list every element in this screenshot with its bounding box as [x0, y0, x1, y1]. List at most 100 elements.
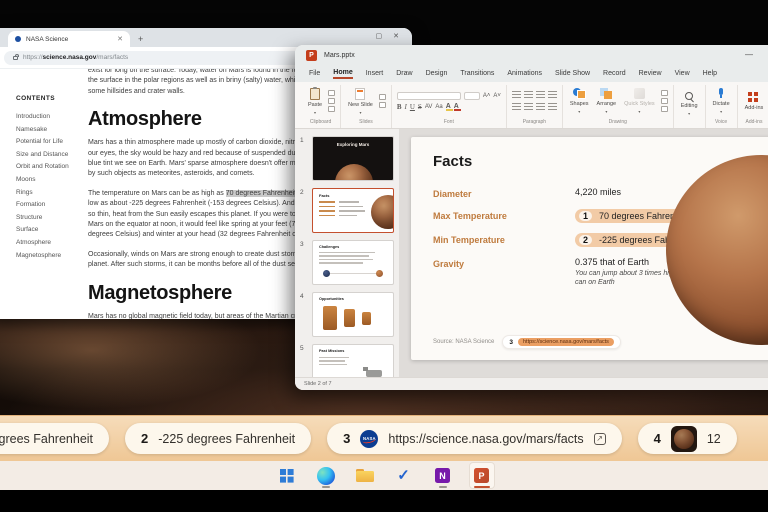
contents-link[interactable]: Atmosphere: [16, 237, 80, 250]
paste-icon: [310, 88, 320, 100]
tab-favicon: [15, 36, 21, 42]
taskbar-edge[interactable]: [313, 462, 339, 489]
contents-link[interactable]: Magnetosphere: [16, 250, 80, 263]
browser-tab[interactable]: NASA Science ✕: [8, 31, 130, 47]
contents-link[interactable]: Structure: [16, 212, 80, 225]
suggestion-pill-1[interactable]: 170 degrees Fahrenheit: [0, 423, 109, 454]
bold-button: B: [397, 103, 402, 111]
suggestion-pill-2[interactable]: 2-225 degrees Fahrenheit: [125, 423, 311, 454]
ribbon-group-font: A˄ A˅ B I U S AV Aa A A Font: [392, 85, 507, 128]
suggestion-bar: 170 degrees Fahrenheit 2-225 degrees Fahr…: [0, 415, 768, 461]
contents-link[interactable]: Introduction: [16, 111, 80, 124]
quick-styles-icon: [634, 88, 645, 99]
list-buttons[interactable]: [512, 91, 557, 99]
taskbar-todo[interactable]: ✓: [391, 462, 417, 489]
pill-badge: 2: [141, 431, 148, 446]
highlighted-text: 70 degrees Fahrenheit: [226, 190, 296, 197]
ppt-menu-review[interactable]: Review: [639, 70, 662, 77]
address-bar[interactable]: https://science.nasa.gov/mars/facts: [4, 51, 340, 65]
quick-styles-button[interactable]: Quick Styles▾: [622, 87, 657, 115]
browser-maximize-button[interactable]: ▢: [376, 32, 383, 40]
ppt-menu-transitions[interactable]: Transitions: [460, 70, 494, 77]
mars-planet-image: [666, 155, 768, 345]
ppt-menu-home[interactable]: Home: [333, 69, 352, 79]
citation-badge: 1: [579, 211, 592, 221]
paste-button[interactable]: Paste▾: [306, 87, 324, 116]
ppt-menu-draw[interactable]: Draw: [396, 70, 412, 77]
folder-icon: [356, 469, 374, 482]
contents-link[interactable]: Namesake: [16, 124, 80, 137]
ppt-menu-view[interactable]: View: [675, 70, 690, 77]
shrink-font-button[interactable]: A˅: [493, 93, 501, 99]
browser-close-button[interactable]: ✕: [393, 32, 399, 40]
grow-font-button[interactable]: A˄: [483, 93, 491, 99]
ppt-menu-record[interactable]: Record: [603, 70, 626, 77]
ribbon-group-voice: Dictate▾ Voice: [706, 85, 738, 128]
contents-link[interactable]: Potential for Life: [16, 136, 80, 149]
microphone-icon: [718, 88, 724, 99]
suggestion-pill-3[interactable]: 3NASAhttps://science.nasa.gov/mars/facts…: [327, 423, 621, 454]
pill-badge: 4: [654, 431, 661, 446]
ppt-menu-animations[interactable]: Animations: [507, 70, 542, 77]
tab-close-icon[interactable]: ✕: [117, 35, 123, 43]
drawing-small-buttons[interactable]: [661, 90, 668, 112]
ppt-menu-file[interactable]: File: [309, 70, 320, 77]
powerpoint-window: P Mars.pptx — FileHomeInsertDrawDesignTr…: [295, 45, 768, 390]
thumbnail-number: 4: [300, 292, 309, 337]
slide-facts[interactable]: Facts Diameter4,220 milesMax Temperature…: [411, 137, 768, 360]
powerpoint-icon: P: [474, 468, 489, 483]
mars-image: [335, 164, 373, 181]
contents-link[interactable]: Rings: [16, 187, 80, 200]
arrange-button[interactable]: Arrange▾: [595, 87, 619, 115]
italic-button: I: [405, 103, 407, 111]
slide-thumbnail-5[interactable]: Past Missions: [312, 344, 394, 377]
ppt-menu-help[interactable]: Help: [703, 70, 717, 77]
slide-thumbnail-2-selected[interactable]: Facts: [312, 188, 394, 233]
source-row: Source: NASA Science 3 https://science.n…: [433, 335, 621, 349]
slide-thumbnail-panel: 1 Exploring Mars 2 Facts: [295, 129, 399, 377]
ribbon-group-editing: Editing▾: [674, 85, 706, 128]
strikethrough-button: S: [418, 103, 422, 111]
ppt-menu-insert[interactable]: Insert: [366, 70, 384, 77]
contents-link[interactable]: Surface: [16, 224, 80, 237]
source-citation-pill[interactable]: 3 https://science.nasa.gov/mars/facts: [502, 335, 621, 349]
ribbon-group-slides: New Slide▾ Slides: [341, 85, 392, 128]
taskbar-onenote[interactable]: N: [430, 462, 456, 489]
new-tab-button[interactable]: +: [138, 34, 143, 44]
contents-link[interactable]: Moons: [16, 174, 80, 187]
contents-link[interactable]: Formation: [16, 199, 80, 212]
checkmark-icon: ✓: [397, 468, 410, 483]
tab-title: NASA Science: [26, 36, 112, 43]
suggestion-pill-4[interactable]: 412: [638, 423, 737, 454]
shapes-icon: [573, 88, 586, 99]
ppt-menu-design[interactable]: Design: [426, 70, 448, 77]
editing-button[interactable]: Editing▾: [679, 91, 700, 117]
ppt-menu-slide-show[interactable]: Slide Show: [555, 70, 590, 77]
taskbar-powerpoint[interactable]: P: [469, 462, 495, 489]
font-format-buttons[interactable]: B I U S AV Aa A A: [397, 103, 459, 111]
dictate-button[interactable]: Dictate▾: [711, 87, 732, 115]
change-case-button: Aa: [435, 104, 442, 110]
add-ins-button[interactable]: Add-ins: [743, 91, 766, 112]
external-link-icon: ↗: [594, 433, 606, 445]
mars-thumbnail-image: [671, 426, 697, 452]
slide-thumbnail-1[interactable]: Exploring Mars: [312, 136, 394, 181]
slide-thumbnail-3[interactable]: Challenges: [312, 240, 394, 285]
taskbar-file-explorer[interactable]: [352, 462, 378, 489]
new-slide-icon: [355, 88, 365, 100]
align-buttons[interactable]: [512, 103, 557, 111]
mars-image: [371, 195, 394, 229]
slide-thumbnail-4[interactable]: Opportunities: [312, 292, 394, 337]
ppt-minimize-button[interactable]: —: [745, 50, 753, 59]
font-name-box[interactable]: [397, 92, 461, 100]
font-size-box[interactable]: [464, 92, 480, 100]
edge-icon: [317, 467, 335, 485]
ribbon-group-drawing: Shapes▾ Arrange▾ Quick Styles▾ Drawing: [563, 85, 674, 128]
new-slide-button[interactable]: New Slide▾: [346, 87, 375, 116]
contents-link[interactable]: Size and Distance: [16, 149, 80, 162]
start-button[interactable]: [274, 462, 300, 489]
shapes-button[interactable]: Shapes▾: [568, 87, 591, 115]
clipboard-small-buttons[interactable]: [328, 90, 335, 112]
contents-link[interactable]: Orbit and Rotation: [16, 161, 80, 174]
slides-small-buttons[interactable]: [379, 94, 386, 108]
